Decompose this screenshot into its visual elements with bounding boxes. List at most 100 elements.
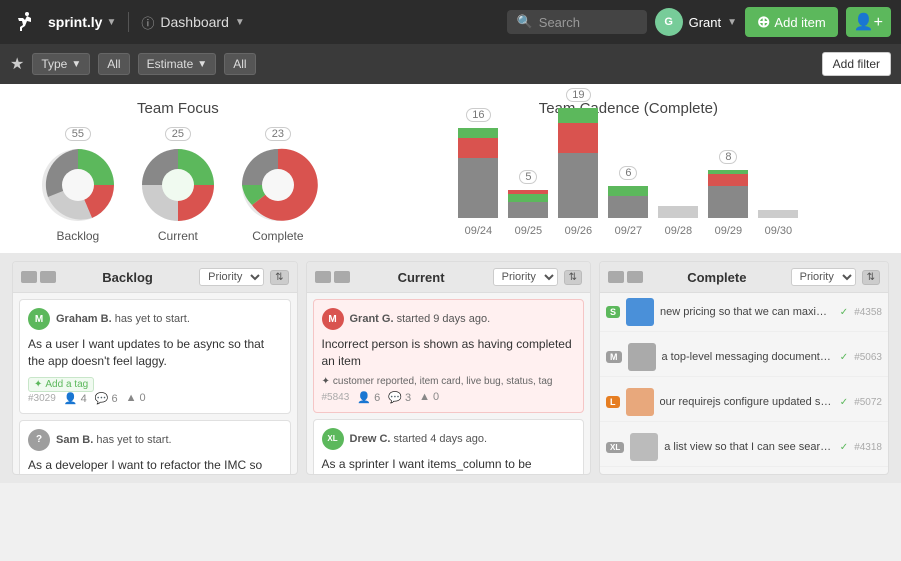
check-3: ✓ bbox=[840, 397, 848, 408]
estimate-all-filter[interactable]: All bbox=[224, 53, 255, 75]
complete-pie-chart bbox=[238, 145, 318, 225]
size-badge-4: XL bbox=[606, 442, 624, 453]
thumb-3 bbox=[626, 388, 654, 416]
complete-sort-button[interactable]: ⇅ bbox=[862, 270, 880, 285]
add-item-button[interactable]: ⊕ Add item bbox=[745, 7, 838, 37]
current-card-1-avatar: M bbox=[322, 308, 344, 330]
search-box[interactable]: 🔍 bbox=[507, 10, 647, 34]
current-card-1-comments: 💬 3 bbox=[388, 391, 411, 404]
user-area[interactable]: G Grant ▼ bbox=[655, 8, 737, 36]
type-filter[interactable]: Type ▼ bbox=[32, 53, 90, 75]
current-sort-button[interactable]: ⇅ bbox=[564, 270, 582, 285]
grid-icon-1[interactable] bbox=[40, 271, 56, 283]
current-card-2-body: As a sprinter I want items_column to be … bbox=[322, 456, 576, 474]
bar-09-30: - 09/30 bbox=[758, 190, 798, 237]
team-cadence-section: Team Cadence (Complete) 16 09/24 5 09/25 bbox=[376, 100, 881, 243]
backlog-card-2-header: ? Sam B. has yet to start. bbox=[28, 429, 282, 451]
grid-icon-3[interactable] bbox=[627, 271, 643, 283]
backlog-card-2[interactable]: ? Sam B. has yet to start. As a develope… bbox=[19, 420, 291, 474]
bar-09-27: 6 09/27 bbox=[608, 166, 648, 237]
backlog-card-1-header: M Graham B. has yet to start. bbox=[28, 308, 282, 330]
user-name: Grant bbox=[689, 15, 722, 30]
type-all-label: All bbox=[107, 57, 120, 71]
backlog-card-2-avatar: ? bbox=[28, 429, 50, 451]
bar-stack-09-27 bbox=[608, 186, 648, 218]
current-card-1[interactable]: M Grant G. started 9 days ago. Incorrect… bbox=[313, 299, 585, 413]
backlog-card-1-comments: 💬 6 bbox=[95, 392, 118, 405]
size-badge-3: L bbox=[606, 396, 620, 408]
list-text-2: a top-level messaging document so... bbox=[662, 351, 834, 363]
current-card-1-user: Grant G. started 9 days ago. bbox=[350, 313, 491, 325]
list-icon-1[interactable] bbox=[21, 271, 37, 283]
complete-title: Complete bbox=[649, 270, 785, 285]
runner-icon bbox=[13, 10, 37, 34]
current-label: Current bbox=[158, 229, 198, 243]
current-pie-chart bbox=[138, 145, 218, 225]
dashboard-label: Dashboard bbox=[160, 14, 229, 30]
backlog-card-1[interactable]: M Graham B. has yet to start. As a user … bbox=[19, 299, 291, 414]
avatar: G bbox=[655, 8, 683, 36]
complete-content: S new pricing so that we can maximiz... … bbox=[600, 293, 888, 474]
backlog-card-1-tag[interactable]: ✦ Add a tag bbox=[28, 377, 94, 392]
size-badge-1: S bbox=[606, 306, 620, 318]
estimate-all-label: All bbox=[233, 57, 246, 71]
current-card-1-people: 👤 6 bbox=[357, 391, 380, 404]
complete-item-5[interactable]: ? activity sparkline doesn't update bas.… bbox=[600, 473, 888, 474]
brand-name[interactable]: sprint.ly ▼ bbox=[48, 14, 116, 30]
complete-item-2[interactable]: M a top-level messaging document so... ✓… bbox=[600, 338, 888, 377]
complete-item-4[interactable]: XL a list view so that I can see search … bbox=[600, 428, 888, 467]
list-icon-2[interactable] bbox=[315, 271, 331, 283]
bar-09-26: 19 09/26 bbox=[558, 88, 598, 237]
check-4: ✓ bbox=[840, 442, 848, 453]
thumb-4 bbox=[630, 433, 658, 461]
list-id-4: #4318 bbox=[854, 442, 882, 453]
current-card-1-header: M Grant G. started 9 days ago. bbox=[322, 308, 576, 330]
bar-label-09-27: 09/27 bbox=[615, 225, 643, 237]
list-text-3: our requirejs configure updated so t... bbox=[660, 396, 834, 408]
backlog-card-1-user: Graham B. has yet to start. bbox=[56, 313, 190, 325]
backlog-card-2-body: As a developer I want to refactor the IM… bbox=[28, 457, 282, 474]
bar-stack-09-30 bbox=[758, 210, 798, 218]
complete-column: Complete Priority ⇅ S new pricing so tha… bbox=[599, 261, 889, 475]
bar-count-09-26: 19 bbox=[566, 88, 590, 102]
grid-icon-2[interactable] bbox=[334, 271, 350, 283]
current-card-2-avatar: XL bbox=[322, 428, 344, 450]
bar-charts: 16 09/24 5 09/25 19 bbox=[376, 127, 881, 237]
complete-item-3[interactable]: L our requirejs configure updated so t..… bbox=[600, 383, 888, 422]
type-all-filter[interactable]: All bbox=[98, 53, 129, 75]
check-2: ✓ bbox=[840, 352, 848, 363]
backlog-pie-chart bbox=[38, 145, 118, 225]
complete-pie: 23 Complete bbox=[238, 127, 318, 243]
type-label: Type bbox=[41, 57, 67, 71]
bar-label-09-26: 09/26 bbox=[565, 225, 593, 237]
bar-stack-09-25 bbox=[508, 190, 548, 218]
user-caret: ▼ bbox=[727, 17, 737, 28]
current-card-2[interactable]: XL Drew C. started 4 days ago. As a spri… bbox=[313, 419, 585, 474]
add-user-button[interactable]: 👤+ bbox=[846, 7, 891, 37]
list-text-1: new pricing so that we can maximiz... bbox=[660, 306, 834, 318]
star-button[interactable]: ★ bbox=[10, 54, 24, 74]
estimate-filter[interactable]: Estimate ▼ bbox=[138, 53, 217, 75]
dashboard-nav[interactable]: ⓘ Dashboard ▼ bbox=[141, 13, 244, 32]
complete-item-1[interactable]: S new pricing so that we can maximiz... … bbox=[600, 293, 888, 332]
list-icon-3[interactable] bbox=[608, 271, 624, 283]
complete-priority-select[interactable]: Priority bbox=[791, 268, 856, 286]
search-input[interactable] bbox=[539, 15, 629, 30]
list-id-3: #5072 bbox=[854, 397, 882, 408]
app-logo bbox=[10, 7, 40, 37]
bar-count-09-25: 5 bbox=[519, 170, 537, 184]
bar-count-09-29: 8 bbox=[719, 150, 737, 164]
backlog-card-1-votes: ▲ 0 bbox=[126, 392, 146, 404]
bar-stack-09-24 bbox=[458, 128, 498, 218]
bar-label-09-28: 09/28 bbox=[665, 225, 693, 237]
backlog-content: M Graham B. has yet to start. As a user … bbox=[13, 293, 297, 474]
backlog-priority-select[interactable]: Priority bbox=[199, 268, 264, 286]
backlog-count: 55 bbox=[65, 127, 91, 141]
charts-area: Team Focus 55 Backlog 25 bbox=[0, 84, 901, 253]
current-card-1-tag-customer: customer reported, item card, live bug, … bbox=[333, 376, 553, 387]
list-text-4: a list view so that I can see search r..… bbox=[664, 441, 834, 453]
current-priority-select[interactable]: Priority bbox=[493, 268, 558, 286]
backlog-sort-button[interactable]: ⇅ bbox=[270, 270, 288, 285]
add-filter-button[interactable]: Add filter bbox=[822, 52, 891, 76]
type-caret: ▼ bbox=[71, 59, 81, 70]
